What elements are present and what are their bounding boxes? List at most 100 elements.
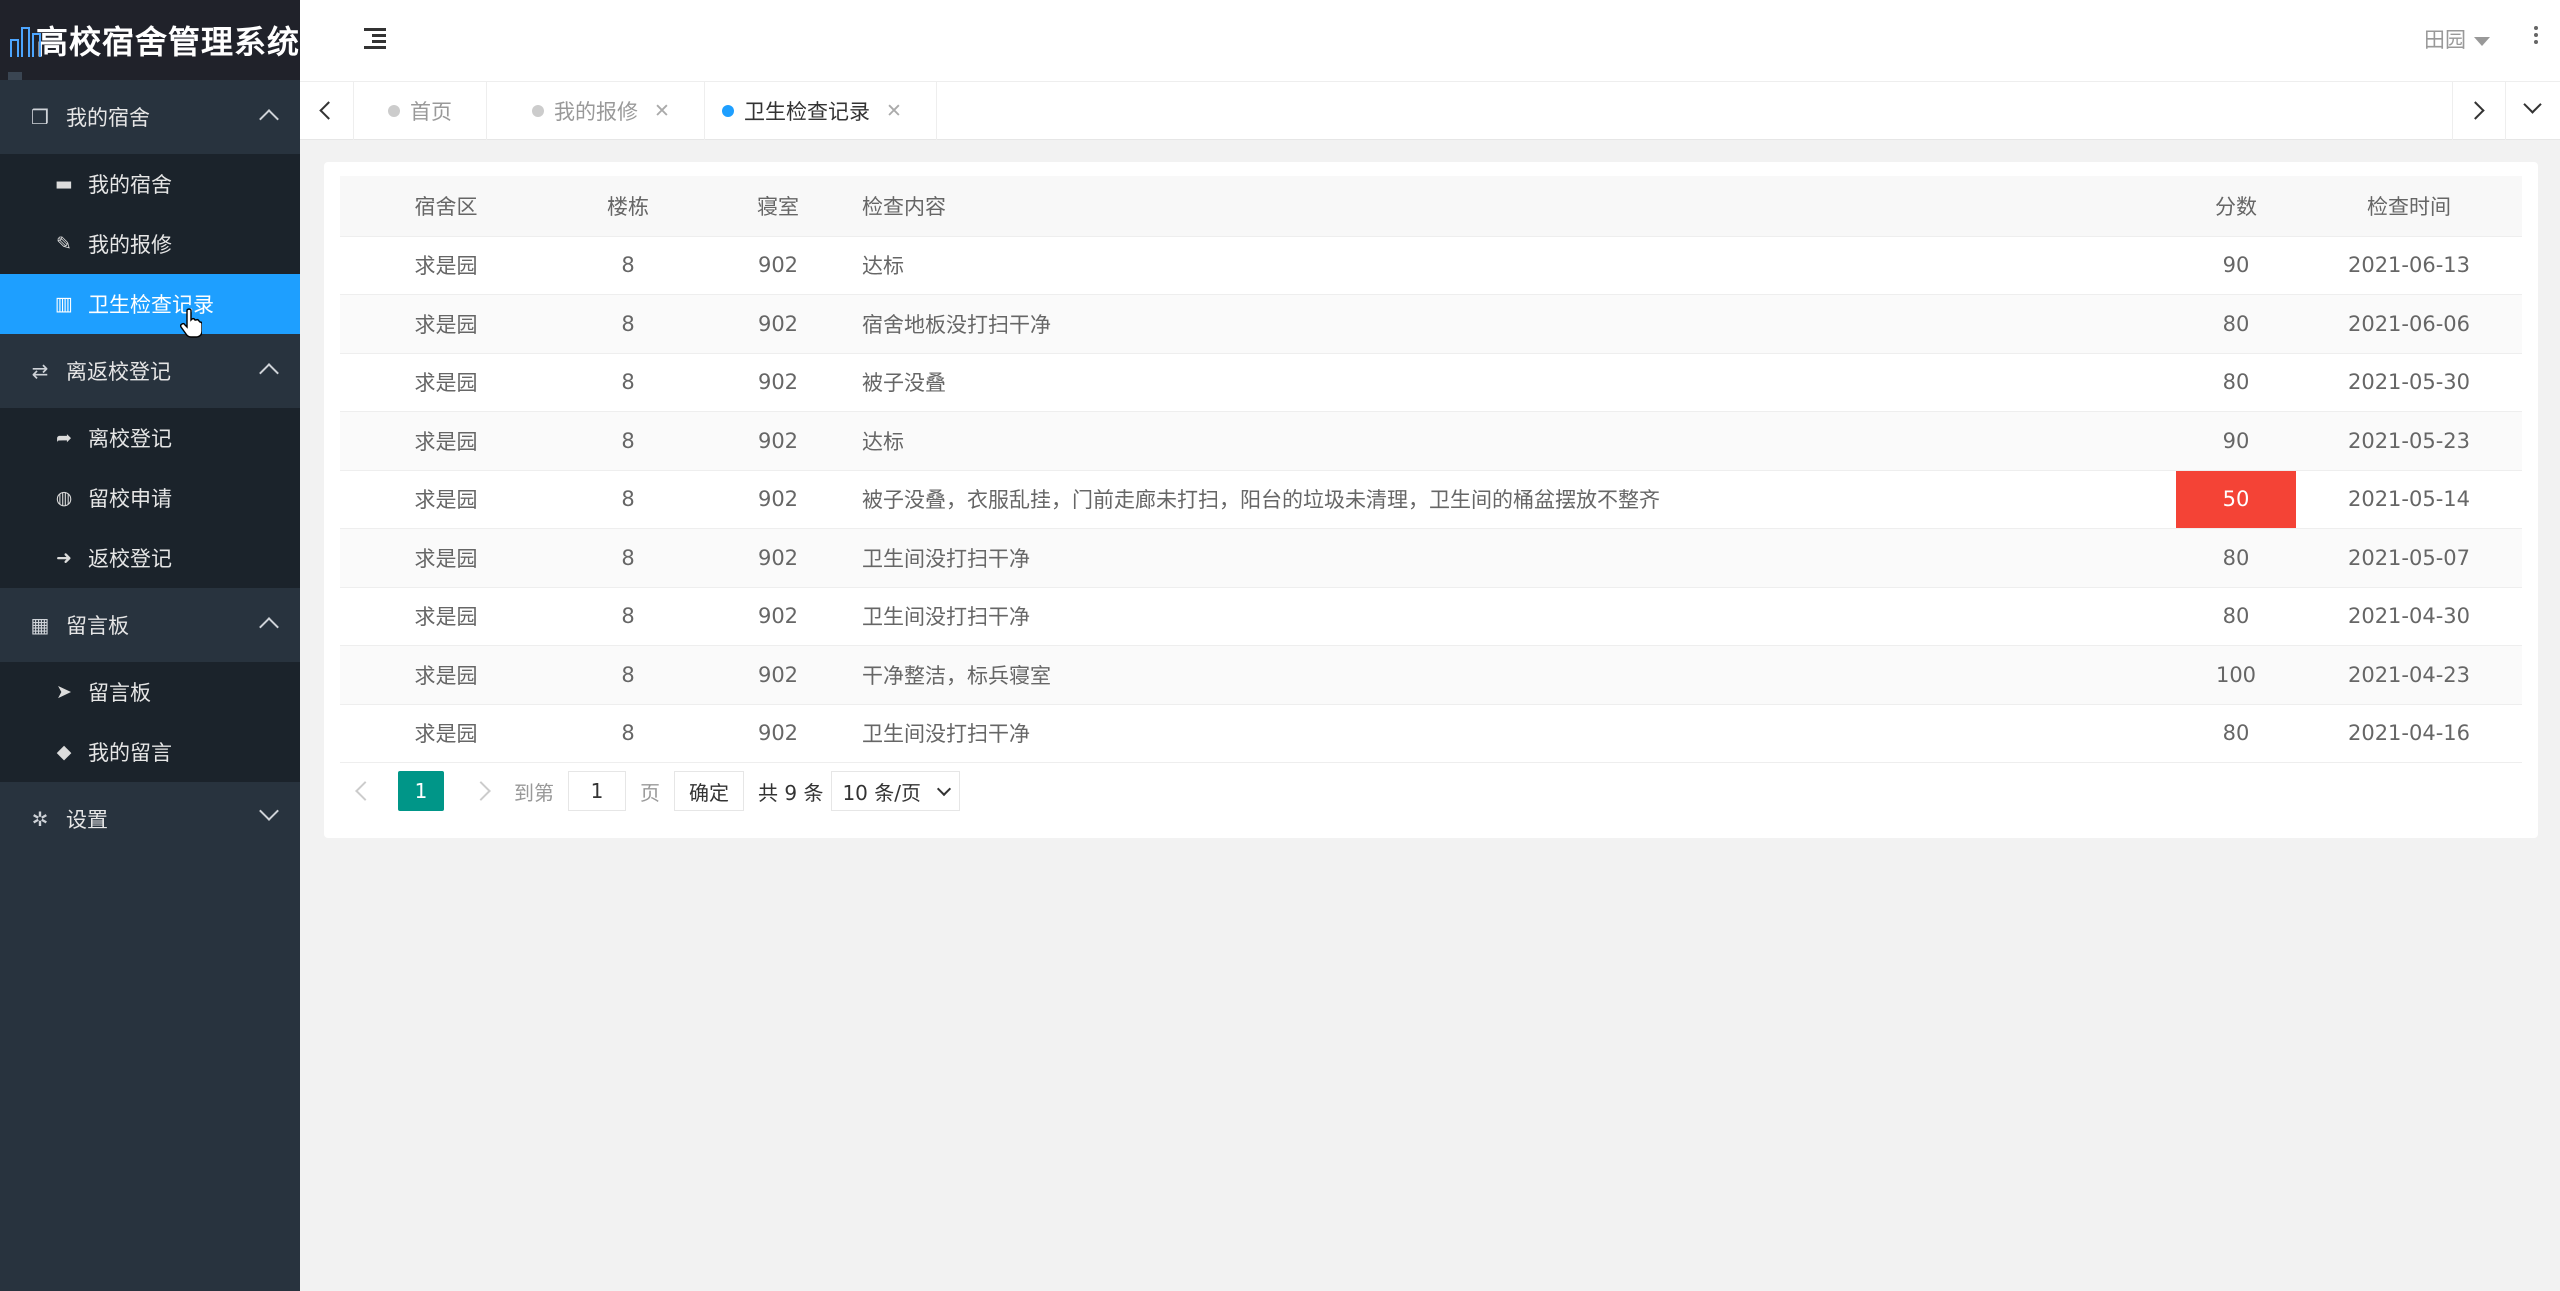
toggle-sidebar-icon[interactable] xyxy=(364,28,386,49)
table-row: 求是园 8 902 卫生间没打扫干净 80 2021-05-07 xyxy=(340,528,2522,588)
chevron-down-icon xyxy=(259,801,279,821)
goto-page-input[interactable] xyxy=(568,771,626,811)
sidebar-item[interactable]: ▥ 卫生检查记录 xyxy=(0,274,300,334)
table-cell: 2021-04-23 xyxy=(2296,645,2522,705)
sign-in-icon: ➜ xyxy=(56,547,72,569)
caret-down-icon xyxy=(2474,36,2490,46)
table-cell: 8 xyxy=(552,294,704,354)
table-row: 求是园 8 902 卫生间没打扫干净 80 2021-04-16 xyxy=(340,704,2522,763)
next-page-icon[interactable] xyxy=(471,781,491,801)
gear-icon: ✲ xyxy=(31,807,49,831)
table-cell: 2021-05-30 xyxy=(2296,353,2522,412)
table-cell: 卫生间没打扫干净 xyxy=(852,587,2176,646)
table-cell: 求是园 xyxy=(340,294,552,354)
chevron-left-icon xyxy=(319,101,338,120)
table-row: 求是园 8 902 宿舍地板没打扫干净 80 2021-06-06 xyxy=(340,294,2522,354)
table-cell: 2021-06-13 xyxy=(2296,236,2522,295)
column-header: 检查内容 xyxy=(852,176,2176,237)
sidebar-item[interactable]: ➦ 离校登记 xyxy=(0,408,300,468)
table-cell: 8 xyxy=(552,645,704,705)
tags-icon: ◆ xyxy=(56,741,72,763)
table-row: 求是园 8 902 被子没叠 80 2021-05-30 xyxy=(340,353,2522,412)
wrench-icon: ✎ xyxy=(56,233,72,255)
menu-group-title[interactable]: ⇄ 离返校登记 xyxy=(0,334,300,408)
table-cell: 90 xyxy=(2176,236,2296,295)
sidebar-item[interactable]: ▬ 我的宿舍 xyxy=(0,154,300,214)
tab[interactable]: 卫生检查记录 ✕ xyxy=(688,82,937,140)
table-cell: 902 xyxy=(704,470,852,529)
menu-group-label: 留言板 xyxy=(66,614,129,638)
close-icon[interactable]: ✕ xyxy=(886,100,902,122)
tabs-bar: 首页 我的报修 ✕ 卫生检查记录 ✕ xyxy=(300,82,2560,140)
table-cell: 902 xyxy=(704,353,852,412)
table-cell: 902 xyxy=(704,411,852,471)
logo: 高校宿舍管理系统 xyxy=(0,0,300,86)
table-cell: 8 xyxy=(552,470,704,529)
page-1-button[interactable]: 1 xyxy=(398,771,444,811)
chevron-up-icon xyxy=(259,617,279,637)
table-cell: 2021-04-16 xyxy=(2296,704,2522,763)
table-cell: 求是园 xyxy=(340,587,552,646)
table-cell: 902 xyxy=(704,645,852,705)
user-name: 田园 xyxy=(2424,28,2466,52)
sidebar-item[interactable]: ➜ 返校登记 xyxy=(0,528,300,588)
table-cell: 8 xyxy=(552,704,704,763)
table-cell: 求是园 xyxy=(340,528,552,588)
column-header: 宿舍区 xyxy=(340,176,552,237)
menu-group-label: 我的宿舍 xyxy=(66,106,150,130)
sidebar-item[interactable]: ◆ 我的留言 xyxy=(0,722,300,782)
menu-group-title[interactable]: ✲ 设置 xyxy=(0,782,300,856)
table-cell: 8 xyxy=(552,411,704,471)
tabs-scroll-left-button[interactable] xyxy=(300,82,354,140)
more-vertical-icon[interactable] xyxy=(2534,26,2538,46)
table-cell: 干净整洁，标兵寝室 xyxy=(852,645,2176,705)
table-cell: 2021-04-30 xyxy=(2296,587,2522,646)
table-header-row: 宿舍区 楼栋 寝室 检查内容 分数 检查时间 xyxy=(340,176,2522,237)
exchange-icon: ⇄ xyxy=(31,359,49,383)
calendar-icon: ▦ xyxy=(30,613,50,637)
hand-cursor-icon xyxy=(180,308,202,338)
tabs-dropdown-button[interactable] xyxy=(2506,82,2560,140)
table-row: 求是园 8 902 达标 90 2021-05-23 xyxy=(340,411,2522,471)
table-cell: 卫生间没打扫干净 xyxy=(852,704,2176,763)
table-cell: 902 xyxy=(704,587,852,646)
tab[interactable]: 首页 xyxy=(354,82,487,140)
table-cell: 2021-05-14 xyxy=(2296,470,2522,529)
sidebar-item[interactable]: ◍ 留校申请 xyxy=(0,468,300,528)
tab-status-dot xyxy=(532,105,544,117)
close-icon[interactable]: ✕ xyxy=(654,100,670,122)
tabs-scroll-right-button[interactable] xyxy=(2452,82,2506,140)
table-row: 求是园 8 902 卫生间没打扫干净 80 2021-04-30 xyxy=(340,587,2522,646)
menu-children: ➤ 留言板 ◆ 我的留言 xyxy=(0,662,300,782)
sidebar-item[interactable]: ➤ 留言板 xyxy=(0,662,300,722)
sidebar-item[interactable]: ✎ 我的报修 xyxy=(0,214,300,274)
chevron-up-icon xyxy=(259,363,279,383)
bar-chart-icon: ▥ xyxy=(55,293,73,315)
table-cell: 80 xyxy=(2176,587,2296,646)
table-cell: 2021-05-23 xyxy=(2296,411,2522,471)
total-count: 共 9 条 xyxy=(758,780,824,805)
tab[interactable]: 我的报修 ✕ xyxy=(498,82,705,140)
table-cell: 8 xyxy=(552,236,704,295)
prev-page-icon[interactable] xyxy=(355,781,375,801)
table-cell: 2021-06-06 xyxy=(2296,294,2522,354)
sidebar-item-label: 留言板 xyxy=(88,681,151,705)
table-cell: 50 xyxy=(2176,470,2296,529)
column-header: 楼栋 xyxy=(552,176,704,237)
table-cell: 8 xyxy=(552,587,704,646)
table-cell: 求是园 xyxy=(340,704,552,763)
menu-group-title[interactable]: ▦ 留言板 xyxy=(0,588,300,662)
menu-group-title[interactable]: ❒ 我的宿舍 xyxy=(0,80,300,154)
globe-icon: ◍ xyxy=(55,487,73,509)
column-header: 寝室 xyxy=(704,176,852,237)
paper-plane-icon: ➤ xyxy=(56,681,72,703)
top-header: 田园 xyxy=(300,0,2560,82)
page-size-select[interactable]: 10 条/页 xyxy=(831,771,960,811)
sidebar-item-label: 我的宿舍 xyxy=(88,173,172,197)
app-title: 高校宿舍管理系统 xyxy=(35,23,300,61)
sidebar-menu: ❒ 我的宿舍 ▬ 我的宿舍 ✎ 我的报修 ▥ 卫生检查记录 ⇄ 离返校登记 ➦ 离校… xyxy=(0,80,300,856)
column-header: 分数 xyxy=(2176,176,2296,237)
menu-group-2: ▦ 留言板 ➤ 留言板 ◆ 我的留言 xyxy=(0,588,300,782)
goto-confirm-button[interactable]: 确定 xyxy=(674,771,744,811)
user-menu[interactable]: 田园 xyxy=(2424,24,2490,54)
